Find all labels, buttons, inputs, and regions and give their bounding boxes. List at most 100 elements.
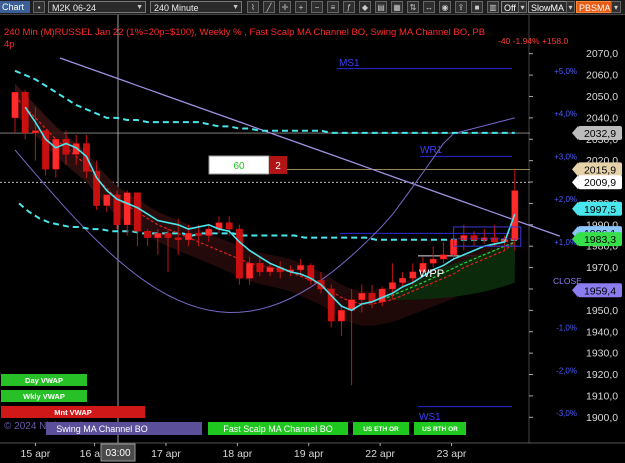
- price-chart[interactable]: 240 Min (M)RUSSEL Jan 22 (1%=20p=$100), …: [0, 15, 625, 463]
- price-tag-label: 2015,9: [584, 164, 616, 176]
- strategies-icon[interactable]: ◆: [359, 1, 371, 13]
- candle-body: [256, 263, 264, 273]
- bar-type-icon[interactable]: ▥: [487, 1, 499, 13]
- candle-body: [52, 139, 60, 170]
- percent-tick-label: -1,0%: [556, 323, 577, 332]
- properties-icon[interactable]: ≡: [327, 1, 339, 13]
- candle-body: [409, 271, 417, 279]
- chart-style-icon[interactable]: ⌇: [247, 1, 259, 13]
- chevron-down-icon[interactable]: ▾: [566, 1, 575, 13]
- price-tick-label: 1970,0: [586, 262, 618, 274]
- candle-body: [225, 222, 233, 230]
- price-tick-label: 1900,0: [586, 412, 618, 424]
- candle-body: [11, 91, 19, 119]
- candle-body: [133, 192, 141, 232]
- time-tick-label: 17 apr: [151, 448, 181, 460]
- wr1-label: WR1: [420, 145, 443, 156]
- candle-body: [164, 233, 172, 238]
- chart-trader-icon[interactable]: ⇅: [407, 1, 419, 13]
- interval-label: 240 Minute: [154, 3, 199, 13]
- instrument-link-icon[interactable]: ▪: [33, 1, 45, 13]
- time-tick-label: 23 apr: [437, 448, 467, 460]
- price-tick-label: 1930,0: [586, 348, 618, 360]
- price-tag-label: 1997,5: [584, 204, 616, 216]
- price-tag-label: 2009,9: [584, 177, 616, 189]
- fast-scalp-label: Fast Scalp MA Channel BO: [223, 424, 333, 434]
- price-tick-label: 2050,0: [586, 91, 618, 103]
- interval-select[interactable]: 240 Minute ▼: [150, 1, 242, 13]
- price-tick-label: 1950,0: [586, 305, 618, 317]
- chart-subtitle: 4p: [4, 39, 15, 50]
- draw-tool-icon[interactable]: ╱: [263, 1, 275, 13]
- candle-body: [246, 263, 253, 279]
- candle-body: [195, 233, 202, 236]
- percent-tick-label: +5,0%: [554, 67, 577, 76]
- share-icon[interactable]: ⇪: [455, 1, 467, 13]
- chart-tab[interactable]: Chart: [0, 1, 30, 13]
- wpp-label: WPP: [419, 268, 444, 280]
- mnt-vwap-label: Mnt VWAP: [54, 408, 92, 417]
- time-tick-label: 15 apr: [21, 448, 51, 460]
- price-tag-label: 1959,4: [584, 285, 616, 297]
- crosshair-icon[interactable]: ✛: [279, 1, 291, 13]
- percent-tick-label: +4,0%: [554, 110, 577, 119]
- swing-ma-label: Swing MA Channel BO: [56, 424, 148, 434]
- data-box-icon[interactable]: ▦: [391, 1, 403, 13]
- candle-body: [358, 293, 366, 300]
- pbsma-toggle-button[interactable]: PBSMA: [576, 1, 614, 13]
- candle-body: [144, 231, 151, 238]
- us-eth-or-label: US ETH OR: [363, 426, 399, 433]
- slowma-toggle-button[interactable]: SlowMA: [528, 1, 568, 13]
- instrument-label: M2K 06-24: [52, 3, 97, 13]
- candle-body: [184, 233, 192, 240]
- counter-left-value: 60: [233, 161, 245, 172]
- day-vwap-label: Day VWAP: [25, 376, 63, 385]
- instrument-select[interactable]: M2K 06-24 ▼: [48, 1, 146, 13]
- price-tag-label: 1983,3: [584, 234, 616, 246]
- percent-tick-label: +3,0%: [554, 152, 577, 161]
- candle-body: [62, 139, 70, 155]
- crosshair-time-label: 03:00: [105, 448, 130, 459]
- price-tick-label: 2070,0: [586, 48, 618, 60]
- candle-body: [338, 310, 345, 322]
- candle-body: [297, 265, 304, 270]
- candle-body: [399, 278, 406, 283]
- candle-body: [389, 282, 396, 290]
- time-tick-label: 18 apr: [222, 448, 252, 460]
- percent-tick-label: -3,0%: [556, 409, 577, 418]
- indicators-icon[interactable]: ƒ: [343, 1, 355, 13]
- time-tick-label: 22 apr: [365, 448, 395, 460]
- candle-body: [440, 254, 447, 260]
- candle-body: [154, 233, 162, 238]
- candle-body: [103, 194, 111, 206]
- scroll-icon[interactable]: ↔: [423, 1, 435, 13]
- candle-body: [205, 228, 213, 236]
- ms1-label: MS1: [339, 58, 360, 69]
- candle-body: [32, 130, 39, 134]
- candle-body: [378, 288, 386, 303]
- toggle-off-button[interactable]: Off: [501, 1, 519, 13]
- price-tick-label: 2040,0: [586, 112, 618, 124]
- lock-icon[interactable]: ■: [471, 1, 483, 13]
- zoom-in-icon[interactable]: +: [295, 1, 307, 13]
- candle-body: [266, 267, 274, 273]
- chevron-down-icon[interactable]: ▾: [518, 1, 527, 13]
- price-tag-label: 2032,9: [584, 128, 616, 140]
- toolbar: Chart ▪ M2K 06-24 ▼ 240 Minute ▼ ⌇ ╱ ✛ +…: [0, 0, 625, 15]
- us-rth-or-label: US RTH OR: [422, 426, 458, 433]
- price-tick-label: 1940,0: [586, 326, 618, 338]
- candle-body: [235, 228, 243, 279]
- percent-tick-label: +2,0%: [554, 195, 577, 204]
- screenshot-icon[interactable]: ◉: [439, 1, 451, 13]
- time-tick-label: 19 apr: [294, 448, 324, 460]
- chart-title: 240 Min (M)RUSSEL Jan 22 (1%=20p=$100), …: [4, 27, 485, 38]
- templates-icon[interactable]: ▤: [375, 1, 387, 13]
- chevron-down-icon: ▼: [136, 4, 143, 11]
- chevron-down-icon[interactable]: ▾: [611, 1, 621, 13]
- candle-body: [174, 237, 182, 240]
- zoom-out-icon[interactable]: −: [311, 1, 323, 13]
- wkly-vwap-label: Wkly VWAP: [23, 392, 65, 401]
- percent-tick-label: -2,0%: [556, 366, 577, 375]
- candle-body: [429, 258, 437, 264]
- chevron-down-icon: ▼: [232, 4, 239, 11]
